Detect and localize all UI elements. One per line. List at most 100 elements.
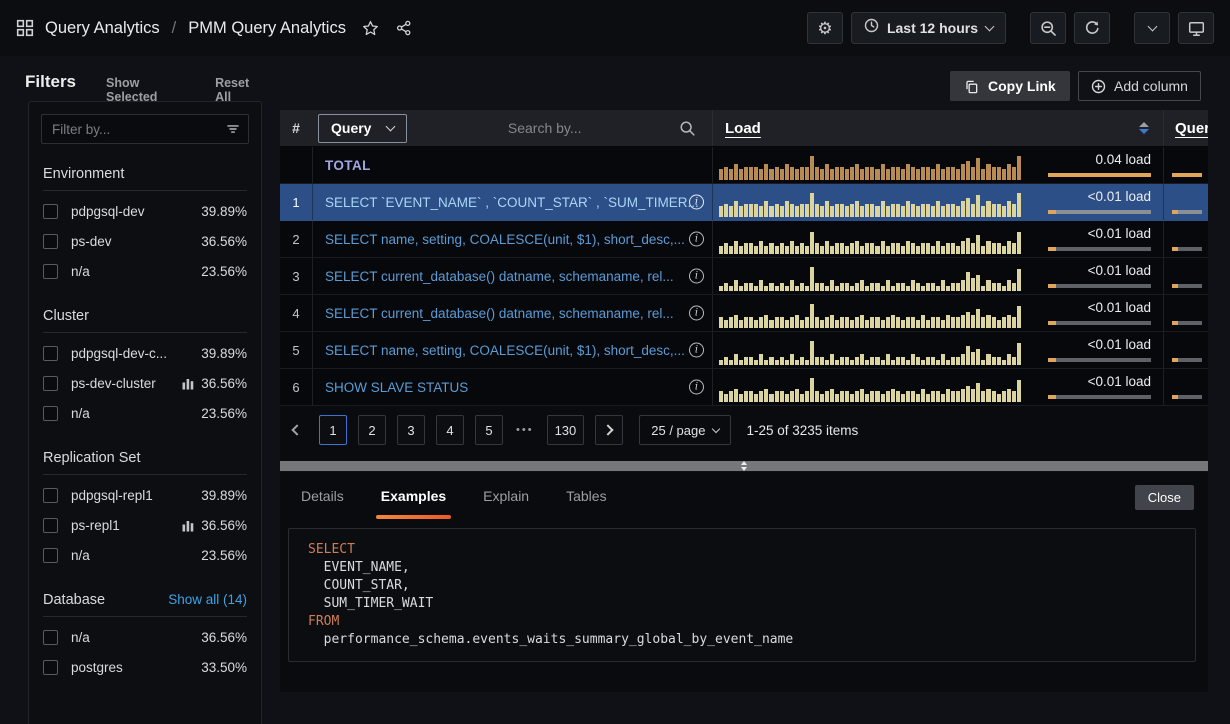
info-icon[interactable]: i (689, 380, 704, 395)
checkbox[interactable] (43, 264, 58, 279)
filter-item-label: n/a (71, 548, 90, 563)
load-progress-bar (1048, 173, 1151, 177)
time-range-picker[interactable]: Last 12 hours (851, 12, 1006, 44)
query-text[interactable]: SELECT `EVENT_NAME` , `COUNT_STAR` , `SU… (325, 195, 712, 210)
pagination-summary: 1-25 of 3235 items (746, 423, 858, 438)
checkbox[interactable] (43, 548, 58, 563)
query-count-bar (1172, 321, 1202, 325)
query-text[interactable]: SELECT name, setting, COALESCE(unit, $1)… (325, 343, 712, 358)
filter-item-label: postgres (71, 660, 123, 675)
sort-icon[interactable] (1139, 122, 1149, 134)
last-page-button[interactable]: 130 (547, 415, 585, 445)
filters-header: Filters Show Selected Reset All (25, 72, 265, 104)
breadcrumb-section[interactable]: Query Analytics (45, 19, 160, 38)
checkbox[interactable] (43, 518, 58, 533)
filter-item[interactable]: ps-dev-cluster 36.56% (43, 368, 247, 398)
filter-item[interactable]: ps-dev 36.56% (43, 226, 247, 256)
filter-item[interactable]: postgres 33.50% (43, 652, 247, 682)
page-button[interactable]: 5 (475, 415, 503, 445)
checkbox[interactable] (43, 234, 58, 249)
zoom-out-button[interactable] (1030, 12, 1066, 44)
query-table-row[interactable]: 5 SELECT name, setting, COALESCE(unit, $… (280, 332, 1208, 369)
details-tab[interactable]: Details (296, 486, 349, 519)
load-sparkline (719, 375, 1021, 402)
query-text[interactable]: SELECT name, setting, COALESCE(unit, $1)… (325, 232, 712, 247)
details-tab[interactable]: Examples (376, 486, 451, 519)
checkbox[interactable] (43, 346, 58, 361)
refresh-button[interactable] (1074, 12, 1110, 44)
checkbox[interactable] (43, 406, 58, 421)
query-count-bar (1172, 284, 1202, 288)
row-number: 1 (280, 184, 312, 220)
panel-resizer[interactable] (280, 461, 1208, 471)
dimension-select[interactable]: Query (318, 114, 407, 143)
query-text[interactable]: SHOW SLAVE STATUS (325, 380, 712, 395)
filter-item-percent: 36.56% (201, 630, 247, 645)
query-table-row[interactable]: 4 SELECT current_database() datname, sch… (280, 295, 1208, 332)
info-icon[interactable]: i (689, 306, 704, 321)
share-icon[interactable] (396, 20, 412, 36)
checkbox[interactable] (43, 660, 58, 675)
query-table-row[interactable]: 2 SELECT name, setting, COALESCE(unit, $… (280, 221, 1208, 258)
page-buttons: 12345 (319, 415, 503, 445)
query-text[interactable]: SELECT current_database() datname, schem… (325, 269, 712, 284)
info-icon[interactable]: i (689, 195, 704, 210)
page-button[interactable]: 1 (319, 415, 347, 445)
checkbox[interactable] (43, 488, 58, 503)
resize-arrows-icon (741, 461, 747, 471)
refresh-interval-dropdown[interactable] (1134, 12, 1170, 44)
show-selected-button[interactable]: Show Selected (106, 76, 189, 104)
filter-item[interactable]: pdpgsql-dev-c... 39.89% (43, 338, 247, 368)
reset-all-button[interactable]: Reset All (215, 76, 265, 104)
show-all-link[interactable]: Show all (14) (168, 592, 247, 607)
load-value: <0.01 load (1088, 226, 1151, 241)
kiosk-mode-button[interactable] (1178, 12, 1214, 44)
row-number (280, 147, 312, 183)
filters-panel: Environment pdpgsql-dev 39.89% ps-dev 36… (28, 101, 262, 724)
filter-item[interactable]: n/a 23.56% (43, 256, 247, 286)
query-count-column-header[interactable]: Quer (1175, 120, 1208, 137)
query-text[interactable]: SELECT current_database() datname, schem… (325, 306, 712, 321)
query-table-row[interactable]: 3 SELECT current_database() datname, sch… (280, 258, 1208, 295)
query-text[interactable]: TOTAL (325, 158, 712, 173)
details-tab[interactable]: Tables (561, 486, 611, 519)
filter-item[interactable]: n/a 23.56% (43, 398, 247, 428)
copy-link-button[interactable]: Copy Link (950, 71, 1070, 101)
checkbox[interactable] (43, 630, 58, 645)
load-value: 0.04 load (1095, 152, 1151, 167)
query-table-row[interactable]: 1 SELECT `EVENT_NAME` , `COUNT_STAR` , `… (280, 184, 1208, 221)
filter-item[interactable]: n/a 23.56% (43, 540, 247, 570)
info-icon[interactable]: i (689, 343, 704, 358)
chevron-down-icon (1147, 21, 1157, 31)
load-column-header[interactable]: Load (725, 120, 761, 137)
apps-grid-icon[interactable] (16, 19, 34, 37)
filter-item-percent: 39.89% (201, 204, 247, 219)
load-sparkline (719, 190, 1021, 217)
filter-item[interactable]: pdpgsql-repl1 39.89% (43, 480, 247, 510)
page-button[interactable]: 4 (436, 415, 464, 445)
close-button[interactable]: Close (1135, 485, 1194, 510)
query-table-row[interactable]: TOTAL 0.04 load (280, 147, 1208, 184)
page-button[interactable]: 2 (358, 415, 386, 445)
dashboard-settings-button[interactable]: ⚙ (807, 12, 843, 44)
star-icon[interactable] (362, 20, 379, 37)
page-size-select[interactable]: 25 / page (639, 415, 731, 445)
filter-item[interactable]: n/a 36.56% (43, 622, 247, 652)
prev-page-button[interactable] (282, 415, 308, 445)
checkbox[interactable] (43, 376, 58, 391)
filter-item[interactable]: pdpgsql-dev 39.89% (43, 196, 247, 226)
filter-item-percent: 23.56% (201, 406, 247, 421)
page-button[interactable]: 3 (397, 415, 425, 445)
filter-item[interactable]: ps-repl1 36.56% (43, 510, 247, 540)
search-icon[interactable] (679, 120, 696, 137)
search-input[interactable] (407, 120, 712, 136)
info-icon[interactable]: i (689, 232, 704, 247)
filter-search-input[interactable] (41, 114, 249, 144)
next-page-button[interactable] (595, 415, 623, 445)
add-column-button[interactable]: Add column (1078, 71, 1201, 101)
load-progress-bar (1048, 358, 1151, 362)
query-table-row[interactable]: 6 SHOW SLAVE STATUS i <0.01 load (280, 369, 1208, 406)
info-icon[interactable]: i (689, 269, 704, 284)
details-tab[interactable]: Explain (478, 486, 534, 519)
checkbox[interactable] (43, 204, 58, 219)
